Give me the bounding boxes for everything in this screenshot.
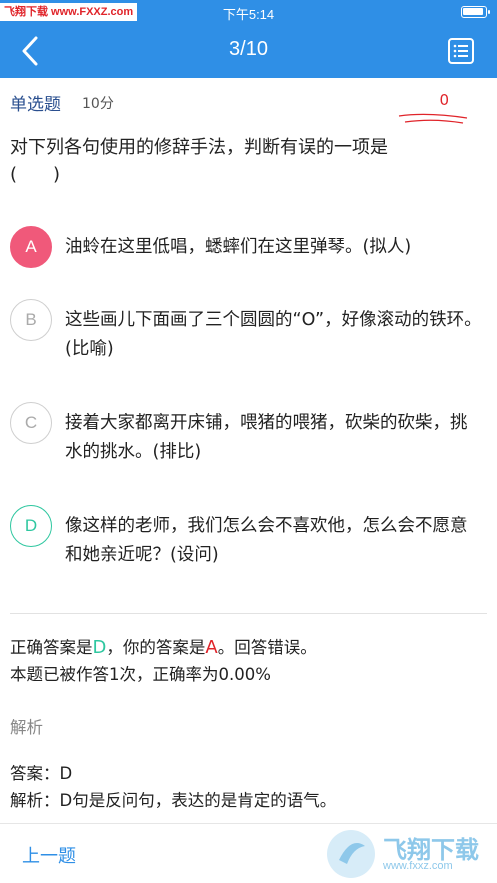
score-underline xyxy=(398,113,468,124)
question-meta: 单选题 10分 0 xyxy=(10,90,477,124)
watermark-url: www.fxxz.com xyxy=(383,860,453,872)
option-b[interactable]: B 这些画儿下面画了三个圆圆的“O”，好像滚动的铁环。(比喻) xyxy=(10,299,483,361)
status-time: 下午5:14 xyxy=(222,7,275,22)
analysis-body: 答案：D 解析：D句是反问句，表达的是肯定的语气。 xyxy=(10,760,487,814)
list-icon xyxy=(448,38,474,64)
divider xyxy=(10,613,487,614)
battery-icon xyxy=(461,6,490,18)
analysis-title: 解析 xyxy=(10,718,43,737)
verdict: 。回答错误。 xyxy=(217,638,317,657)
question-list-button[interactable] xyxy=(447,37,475,65)
question-blank: ( ) xyxy=(10,164,61,185)
analysis-explanation: 解析：D句是反问句，表达的是肯定的语气。 xyxy=(10,791,337,810)
bottom-bar: 上一题 飞翔下载 www.fxxz.com xyxy=(0,823,497,883)
status-bar: 飞翔下载 www.FXXZ.com 下午5:14 xyxy=(0,0,497,24)
option-text: 接着大家都离开床铺，喂猪的喂猪，砍柴的砍柴，挑水的挑水。(排比) xyxy=(65,413,468,462)
option-text: 油蛉在这里低唱，蟋蟀们在这里弹琴。(拟人) xyxy=(65,237,412,257)
correct-answer: D xyxy=(92,637,107,658)
answer-summary: 正确答案是D，你的答案是A。回答错误。 xyxy=(10,634,487,661)
option-letter: C xyxy=(10,402,52,444)
nav-bar: 3/10 xyxy=(0,24,497,78)
analysis-answer: 答案：D xyxy=(10,764,73,783)
your-answer: A xyxy=(205,637,218,658)
option-c[interactable]: C 接着大家都离开床铺，喂猪的喂猪，砍柴的砍柴，挑水的挑水。(排比) xyxy=(10,402,483,464)
answer-result: 正确答案是D，你的答案是A。回答错误。 本题已被作答1次，正确率为0.00% xyxy=(10,634,487,688)
your-prefix: ，你的答案是 xyxy=(106,638,206,657)
option-a[interactable]: A 油蛉在这里低唱，蟋蟀们在这里弹琴。(拟人) xyxy=(10,226,483,268)
earned-score: 0 xyxy=(439,91,449,109)
option-letter: A xyxy=(10,226,52,268)
option-d[interactable]: D 像这样的老师，我们怎么会不喜欢他，怎么会不愿意和她亲近呢？(设问) xyxy=(10,505,483,567)
question-score: 10分 xyxy=(82,96,114,112)
option-text: 这些画儿下面画了三个圆圆的“O”，好像滚动的铁环。(比喻) xyxy=(65,310,482,359)
option-text: 像这样的老师，我们怎么会不喜欢他，怎么会不愿意和她亲近呢？(设问) xyxy=(65,516,468,565)
fxxz-logo-icon xyxy=(327,830,375,878)
question-text: 对下列各句使用的修辞手法，判断有误的一项是 ( ) xyxy=(10,134,479,188)
prev-question-button[interactable]: 上一题 xyxy=(22,842,76,868)
correct-prefix: 正确答案是 xyxy=(10,638,93,657)
page-title: 3/10 xyxy=(229,38,268,60)
question-type: 单选题 xyxy=(10,95,61,115)
question-stem: 对下列各句使用的修辞手法，判断有误的一项是 xyxy=(10,137,388,158)
watermark-logo: 飞翔下载 www.fxxz.com xyxy=(323,826,493,882)
option-letter: B xyxy=(10,299,52,341)
answer-stats: 本题已被作答1次，正确率为0.00% xyxy=(10,665,271,684)
option-letter: D xyxy=(10,505,52,547)
